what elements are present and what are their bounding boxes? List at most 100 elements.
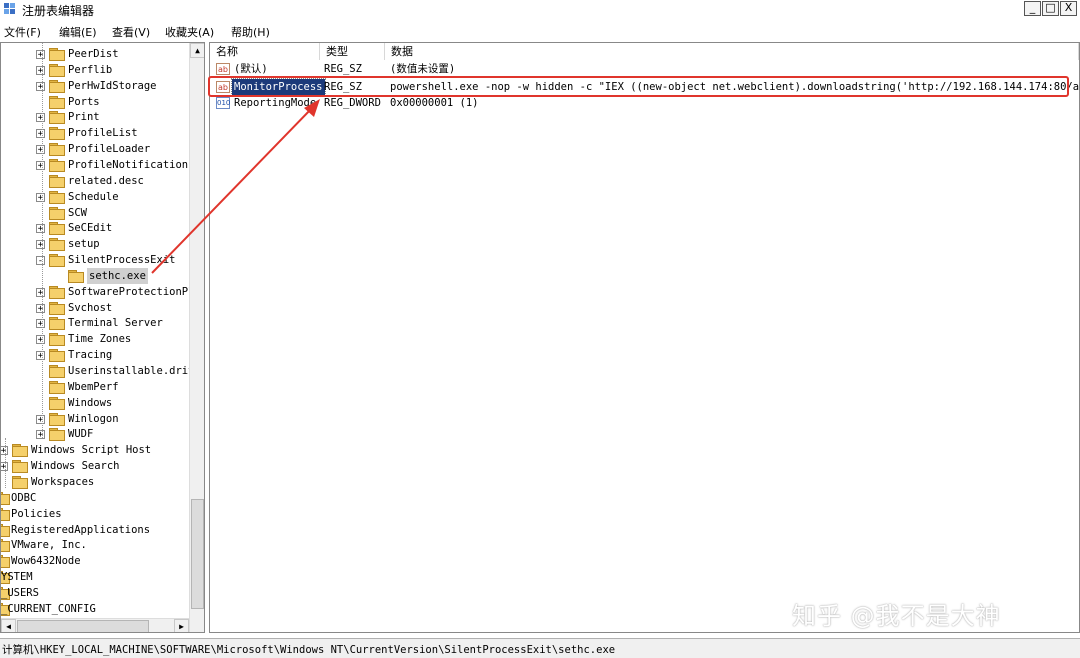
scroll-right-icon[interactable]: ▶	[174, 619, 189, 632]
tree-item[interactable]: + Perflib	[1, 62, 187, 78]
value-row-default[interactable]: ab (默认) REG_SZ (数值未设置)	[210, 61, 1070, 77]
value-data: 0x00000001 (1)	[390, 97, 479, 109]
tree-item[interactable]: + Svchost	[1, 300, 187, 316]
tree-item[interactable]: SCW	[1, 205, 187, 221]
expand-icon[interactable]: +	[36, 145, 45, 155]
folder-icon	[1, 507, 10, 521]
tree-hscroll-thumb[interactable]	[17, 620, 149, 632]
tree-item-selected[interactable]: sethc.exe	[1, 267, 187, 284]
tree-item-label: setup	[68, 238, 100, 251]
expand-icon[interactable]: +	[36, 192, 45, 202]
tree-item[interactable]: + setup	[1, 236, 187, 252]
tree-item[interactable]: + Terminal Server	[1, 315, 187, 331]
tree-item[interactable]: + PerHwIdStorage	[1, 78, 187, 94]
expand-icon[interactable]: +	[36, 65, 45, 75]
folder-icon	[49, 63, 65, 77]
folder-icon	[49, 365, 65, 378]
tree-item[interactable]: Wow6432Node	[1, 553, 187, 569]
tree-scroll-thumb[interactable]	[191, 499, 204, 609]
status-path: 计算机\HKEY_LOCAL_MACHINE\SOFTWARE\Microsof…	[2, 644, 616, 656]
value-list-pane[interactable]: 名称 类型 数据 ab (默认) REG_SZ (数值未设置) ab Monit…	[209, 42, 1080, 633]
menu-favorites[interactable]: 收藏夹(A)	[165, 24, 214, 40]
tree-item[interactable]: + Schedule	[1, 189, 187, 205]
tree-item[interactable]: + Tracing	[1, 347, 187, 363]
tree-item-label: Schedule	[68, 190, 119, 203]
tree-item-label: Wow6432Node	[11, 555, 81, 568]
expand-icon[interactable]: +	[36, 160, 45, 170]
column-data[interactable]: 数据	[385, 43, 1079, 60]
tree-item[interactable]: + Windows Search	[1, 458, 187, 474]
collapse-icon[interactable]: -	[36, 256, 45, 266]
menu-edit[interactable]: 编辑(E)	[59, 24, 97, 40]
scroll-left-icon[interactable]: ◀	[1, 619, 16, 632]
tree-item[interactable]: Windows	[1, 395, 187, 411]
folder-icon	[49, 333, 65, 347]
key-tree-pane[interactable]: + PeerDist + Perflib + PerHwIdStorage Ports + Pr…	[0, 42, 205, 633]
tree-item[interactable]: + SeCEdit	[1, 220, 187, 236]
expand-icon[interactable]: +	[36, 50, 45, 60]
maximize-button[interactable]: □	[1042, 1, 1059, 16]
tree-item[interactable]: WbemPerf	[1, 379, 187, 395]
expand-icon[interactable]: +	[36, 224, 45, 234]
tree-item-label: Tracing	[68, 349, 113, 362]
expand-icon[interactable]: +	[1, 446, 8, 456]
tree-item[interactable]: + Winlogon	[1, 411, 187, 427]
expand-icon[interactable]: +	[36, 303, 45, 313]
menu-view[interactable]: 查看(V)	[112, 24, 150, 40]
expand-icon[interactable]: +	[36, 414, 45, 424]
expand-icon[interactable]: +	[36, 351, 45, 361]
tree-item[interactable]: + ProfileList	[1, 125, 187, 141]
tree-item[interactable]: + ProfileLoader	[1, 141, 187, 157]
tree-item-label: SeCEdit	[68, 222, 113, 235]
tree-item-label: PerHwIdStorage	[68, 79, 157, 92]
folder-icon	[12, 460, 28, 474]
expand-icon[interactable]: +	[36, 319, 45, 329]
tree-item[interactable]: ODBC	[1, 490, 187, 506]
column-name[interactable]: 名称	[210, 43, 320, 60]
tree-item[interactable]: RegisteredApplications	[1, 522, 187, 538]
tree-vertical-scrollbar[interactable]: ▲	[189, 43, 204, 632]
watermark: 知乎 @我不是大神	[792, 602, 1001, 630]
tree-item[interactable]: _USERS	[1, 585, 187, 601]
tree-item[interactable]: + ProfileNotification	[1, 157, 189, 173]
tree-item[interactable]: Workspaces	[1, 474, 187, 490]
expand-icon[interactable]: +	[36, 335, 45, 345]
tree-item[interactable]: - SilentProcessExit	[1, 252, 187, 268]
tree-item[interactable]: + SoftwareProtectionPl	[1, 284, 194, 300]
tree-item[interactable]: Userinstallable.driv	[1, 363, 194, 379]
close-button[interactable]: X	[1060, 1, 1077, 16]
minimize-button[interactable]: _	[1024, 1, 1041, 16]
value-row-reportingmode[interactable]: 010 ReportingMode REG_DWORD 0x00000001 (…	[210, 95, 1070, 111]
tree-item-label: Perflib	[68, 63, 113, 76]
folder-icon	[49, 48, 65, 61]
tree-horizontal-scrollbar[interactable]: ◀ ▶	[1, 618, 189, 632]
expand-icon[interactable]: +	[36, 430, 45, 440]
tree-item-label: SilentProcessExit	[68, 254, 176, 267]
folder-icon	[49, 111, 65, 125]
menu-help[interactable]: 帮助(H)	[231, 24, 270, 40]
column-type[interactable]: 类型	[320, 43, 385, 60]
tree-item[interactable]: + WUDF	[1, 426, 187, 442]
menu-file[interactable]: 文件(F)	[4, 24, 41, 40]
tree-item[interactable]: YSTEM	[1, 569, 187, 585]
tree-item[interactable]: + Windows Script Host	[1, 442, 187, 458]
folder-icon	[49, 143, 65, 157]
tree-item-label: ProfileNotification	[68, 158, 189, 171]
expand-icon[interactable]: +	[36, 240, 45, 250]
expand-icon[interactable]: +	[36, 113, 45, 123]
tree-item[interactable]: + PeerDist	[1, 46, 187, 62]
expand-icon[interactable]: +	[36, 129, 45, 139]
tree-item[interactable]: _CURRENT_CONFIG	[1, 601, 187, 617]
expand-icon[interactable]: +	[36, 287, 45, 297]
tree-item[interactable]: + Time Zones	[1, 331, 187, 347]
expand-icon[interactable]: +	[1, 462, 8, 472]
tree-item[interactable]: + Print	[1, 109, 187, 125]
tree-item[interactable]: related.desc	[1, 173, 187, 189]
tree-item[interactable]: Policies	[1, 506, 187, 522]
scroll-up-icon[interactable]: ▲	[190, 43, 204, 58]
tree-item[interactable]: VMware, Inc.	[1, 537, 187, 553]
tree-item-label: ProfileList	[68, 127, 138, 140]
expand-icon[interactable]: +	[36, 81, 45, 91]
tree-item-label: Winlogon	[68, 412, 119, 425]
tree-item[interactable]: Ports	[1, 94, 187, 110]
